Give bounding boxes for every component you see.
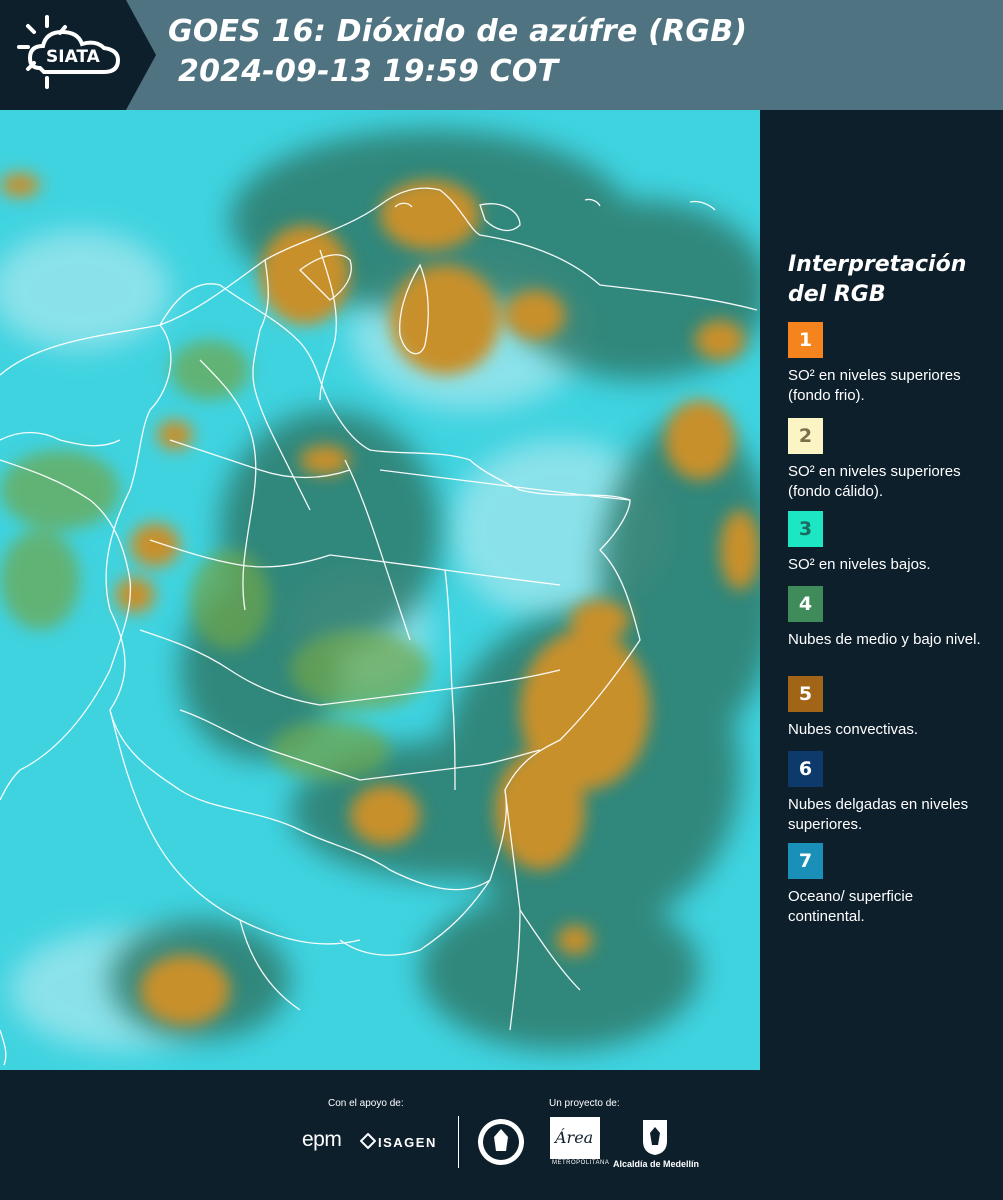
support-label: Con el apoyo de: [328,1098,404,1109]
svg-text:Área: Área [553,1127,593,1147]
legend-swatch-3: 3 [788,511,823,547]
project-label: Un proyecto de: [549,1098,620,1109]
legend-swatch-1: 1 [788,322,823,358]
legend-label-3: SO² en niveles bajos. [788,556,931,573]
legend-item-4: 4 Nubes de medio y bajo nivel. [788,586,988,650]
siata-logo-icon: SIATA [0,0,156,110]
legend-label-5: Nubes convectivas. [788,721,919,738]
legend-swatch-2: 2 [788,418,823,454]
satellite-map[interactable] [0,110,760,1070]
legend-swatch-6: 6 [788,751,823,787]
legend-item-1: 1 SO² en niveles superiores (fondo frio)… [788,322,988,406]
legend-label-7: Oceano/ superficie continental. [788,888,914,925]
legend-label-2: SO² en niveles superiores (fondo cálido)… [788,463,961,500]
header-bar: SIATA GOES 16: Dióxido de azúfre (RGB) 2… [0,0,1003,110]
legend-title: Interpretación del RGB [788,252,967,307]
epm-logo: epm [302,1128,342,1151]
legend-label-1: SO² en niveles superiores (fondo frio). [788,367,961,404]
legend-label-4: Nubes de medio y bajo nivel. [788,631,981,648]
legend-item-7: 7 Oceano/ superficie continental. [788,843,988,927]
legend-swatch-5: 5 [788,676,823,712]
isagen-logo: ISAGEN [378,1135,437,1150]
legend-item-5: 5 Nubes convectivas. [788,676,988,740]
footer: Con el apoyo de: Un proyecto de: epm ISA… [0,1070,1003,1200]
svg-text:SIATA: SIATA [46,47,101,67]
timestamp: 2024-09-13 19:59 COT [178,54,559,89]
legend-swatch-7: 7 [788,843,823,879]
area-metropolitana-logo-icon: Área [550,1117,600,1159]
isagen-mark-icon [360,1133,376,1149]
alcaldia-shield-icon [643,1120,667,1155]
legend-swatch-4: 4 [788,586,823,622]
legend-item-6: 6 Nubes delgadas en niveles superiores. [788,751,988,835]
legend-item-3: 3 SO² en niveles bajos. [788,511,988,575]
legend-label-6: Nubes delgadas en niveles superiores. [788,796,969,833]
footer-divider [458,1116,459,1168]
legend-panel: Interpretación del RGB 1 SO² en niveles … [760,110,1003,1070]
page-title: GOES 16: Dióxido de azúfre (RGB) [168,14,748,49]
medellin-seal-icon [478,1119,524,1165]
rgb-composite-image [0,110,760,1070]
siata-logo-panel: SIATA [0,0,156,110]
area-subtitle: METROPOLITANA [552,1160,610,1166]
alcaldia-label: Alcaldía de Medellín [613,1159,700,1169]
legend-item-2: 2 SO² en niveles superiores (fondo cálid… [788,418,988,502]
